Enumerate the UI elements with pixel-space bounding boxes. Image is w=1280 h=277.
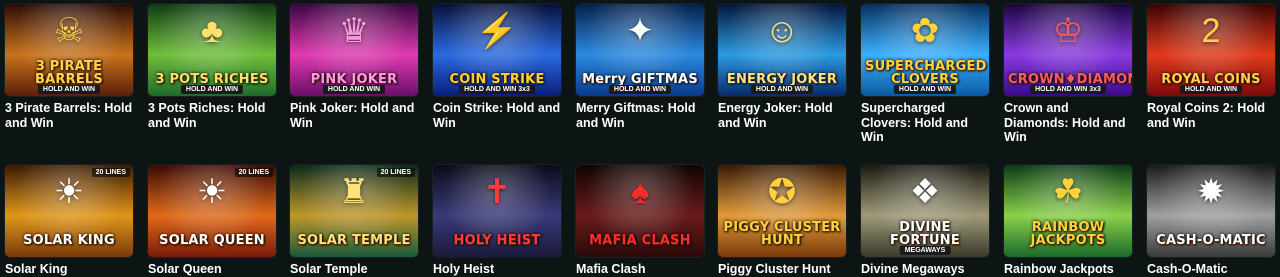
game-thumbnail[interactable]: ✦ Merry GIFTMAS HOLD AND WIN [576,4,704,96]
game-title[interactable]: Piggy Cluster Hunt [718,262,846,277]
game-emblem-icon: ♠ [630,173,650,211]
game-thumbnail[interactable]: ☺ ENERGY JOKER HOLD AND WIN [718,4,846,96]
game-thumbnail[interactable]: ♣ 3 POTS RICHES HOLD AND WIN [148,4,276,96]
game-tag: HOLD AND WIN [322,85,386,94]
game-emblem-icon: ✪ [767,173,797,211]
game-tag: HOLD AND WIN [180,85,244,94]
game-card[interactable]: 2 ROYAL COINS HOLD AND WIN Royal Coins 2: H… [1147,4,1275,130]
game-card[interactable]: ♛ PINK JOKER HOLD AND WIN Pink Joker: Hold … [290,4,418,130]
game-thumbnail[interactable]: ♛ PINK JOKER HOLD AND WIN [290,4,418,96]
game-emblem-icon: ♔ [1052,12,1084,50]
game-tag: HOLD AND WIN [1179,85,1243,94]
game-title[interactable]: Energy Joker: Hold and Win [718,101,846,130]
game-tag: HOLD AND WIN [893,85,957,94]
game-tag: HOLD AND WIN [37,85,101,94]
game-thumbnail[interactable]: ☀ 20 LINES SOLAR KING [5,165,133,257]
game-logo: DIVINE FORTUNE [890,220,960,248]
game-title[interactable]: Cash-O-Matic [1147,262,1275,277]
game-card[interactable]: ☺ ENERGY JOKER HOLD AND WIN Energy Joker: H… [718,4,846,130]
game-title[interactable]: Merry Giftmas: Hold and Win [576,101,704,130]
game-emblem-icon: ☀ [53,173,85,211]
game-logo: SOLAR KING [23,233,115,248]
game-logo: SUPERCHARGED CLOVERS [865,59,987,87]
game-thumbnail[interactable]: ♠ MAFIA CLASH [576,165,704,257]
game-card[interactable]: ☀ 20 LINES SOLAR QUEEN Solar Queen [148,165,276,277]
game-card[interactable]: ♔CROWN♦DIAMONDSHOLD AND WIN 3x3 Crown and… [1004,4,1132,145]
game-emblem-icon: 2 [1201,12,1221,50]
game-emblem-icon: ☠ [53,12,85,50]
game-grid: ☠ 3 PIRATE BARRELS HOLD AND WIN 3 Pirate Ba… [0,0,1280,277]
game-title[interactable]: Mafia Clash [576,262,704,277]
game-card[interactable]: ☀ 20 LINES SOLAR KING Solar King [5,165,133,277]
game-thumbnail[interactable]: 2 ROYAL COINS HOLD AND WIN [1147,4,1275,96]
game-tag: HOLD AND WIN [608,85,672,94]
game-card[interactable]: ♜ 20 LINES SOLAR TEMPLE Solar Temple [290,165,418,277]
game-title[interactable]: Solar Queen [148,262,276,277]
game-title[interactable]: 3 Pots Riches: Hold and Win [148,101,276,130]
game-logo: PIGGY CLUSTER HUNT [723,220,841,248]
game-card[interactable]: ✪ PIGGY CLUSTER HUNT Piggy Cluster Hunt [718,165,846,277]
game-title[interactable]: Solar Temple [290,262,418,277]
game-card[interactable]: ☠ 3 PIRATE BARRELS HOLD AND WIN 3 Pirate Ba… [5,4,133,130]
game-thumbnail[interactable]: ✝ HOLY HEIST [433,165,561,257]
game-emblem-icon: ☀ [196,173,228,211]
game-logo: CASH-O-MATIC [1156,233,1266,248]
game-title[interactable]: Coin Strike: Hold and Win [433,101,561,130]
game-thumbnail[interactable]: ⚡ COIN STRIKE HOLD AND WIN 3x3 [433,4,561,96]
game-title[interactable]: Solar King [5,262,133,277]
game-card[interactable]: ✦ Merry GIFTMAS HOLD AND WIN Merry Giftmas:… [576,4,704,130]
game-logo: MAFIA CLASH [589,233,691,248]
game-emblem-icon: ☘ [1052,173,1084,211]
game-tag: HOLD AND WIN [750,85,814,94]
game-card[interactable]: ♠ MAFIA CLASH Mafia Clash [576,165,704,277]
game-title[interactable]: Supercharged Clovers: Hold and Win [861,101,989,145]
game-thumbnail[interactable]: ❖ DIVINE FORTUNE MEGAWAYS [861,165,989,257]
game-card[interactable]: ⚡ COIN STRIKE HOLD AND WIN 3x3 Coin Strike:… [433,4,561,130]
game-logo: SOLAR QUEEN [159,233,265,248]
game-title[interactable]: Royal Coins 2: Hold and Win [1147,101,1275,130]
game-thumbnail[interactable]: ✿ SUPERCHARGED CLOVERS HOLD AND WIN [861,4,989,96]
lines-badge: 20 LINES [376,168,415,177]
game-logo: SOLAR TEMPLE [297,233,411,248]
game-thumbnail[interactable]: ✹ CASH-O-MATIC [1147,165,1275,257]
game-thumbnail[interactable]: ☘ RAINBOW JACKPOTS [1004,165,1132,257]
game-emblem-icon: ⚡ [475,12,519,50]
game-logo: 3 PIRATE BARRELS [35,59,103,87]
game-tag: HOLD AND WIN 3x3 [459,85,535,94]
lines-badge: 20 LINES [234,168,273,177]
game-emblem-icon: ✝ [482,173,512,211]
game-card[interactable]: ✝ HOLY HEIST Holy Heist [433,165,561,277]
game-title[interactable]: Divine Megaways [861,262,989,277]
game-title[interactable]: Pink Joker: Hold and Win [290,101,418,130]
game-card[interactable]: ☘ RAINBOW JACKPOTS Rainbow Jackpots [1004,165,1132,277]
game-thumbnail[interactable]: ♜ 20 LINES SOLAR TEMPLE [290,165,418,257]
game-thumbnail[interactable]: ♔CROWN♦DIAMONDSHOLD AND WIN 3x3 [1004,4,1132,96]
game-thumbnail[interactable]: ☀ 20 LINES SOLAR QUEEN [148,165,276,257]
game-card[interactable]: ♣ 3 POTS RICHES HOLD AND WIN 3 Pots Riches:… [148,4,276,130]
game-emblem-icon: ♛ [338,12,370,50]
game-thumbnail[interactable]: ✪ PIGGY CLUSTER HUNT [718,165,846,257]
game-title[interactable]: Holy Heist [433,262,561,277]
game-tag: HOLD AND WIN 3x3 [1030,85,1106,94]
game-title[interactable]: Rainbow Jackpots [1004,262,1132,277]
game-emblem-icon: ☺ [764,12,800,50]
game-title[interactable]: 3 Pirate Barrels: Hold and Win [5,101,133,130]
game-emblem-icon: ✿ [910,12,940,50]
game-logo: HOLY HEIST [453,233,541,248]
game-emblem-icon: ✹ [1196,173,1226,211]
game-emblem-icon: ✦ [625,12,655,50]
game-logo: RAINBOW JACKPOTS [1030,220,1106,248]
lines-badge: 20 LINES [91,168,130,177]
game-card[interactable]: ✿ SUPERCHARGED CLOVERS HOLD AND WIN Superch… [861,4,989,145]
game-thumbnail[interactable]: ☠ 3 PIRATE BARRELS HOLD AND WIN [5,4,133,96]
game-emblem-icon: ♣ [200,12,224,50]
game-tag: MEGAWAYS [899,246,951,255]
game-card[interactable]: ❖ DIVINE FORTUNE MEGAWAYS Divine Megaways [861,165,989,277]
game-emblem-icon: ♜ [338,173,370,211]
game-title[interactable]: Crown and Diamonds: Hold and Win [1004,101,1132,145]
game-card[interactable]: ✹ CASH-O-MATIC Cash-O-Matic [1147,165,1275,277]
game-emblem-icon: ❖ [909,173,941,211]
